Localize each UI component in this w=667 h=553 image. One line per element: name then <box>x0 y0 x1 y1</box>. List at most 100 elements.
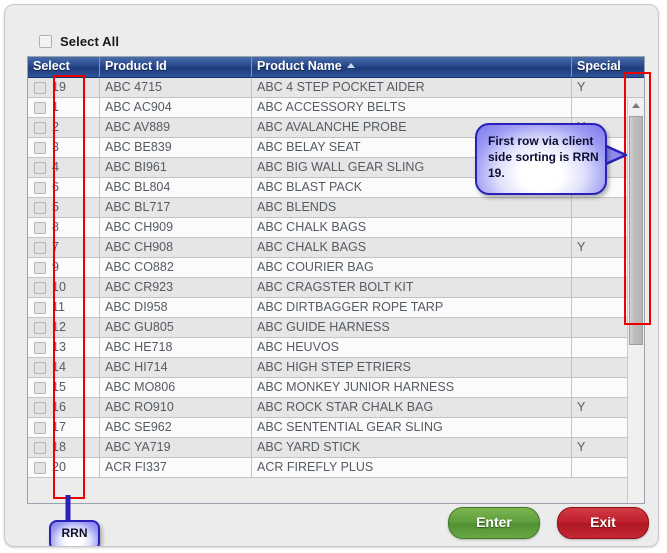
column-header-product-id-label: Product Id <box>105 59 167 73</box>
cell-product-name: ABC YARD STICK <box>252 438 572 457</box>
cell-select[interactable]: 14 <box>28 358 100 377</box>
row-rrn-value: 15 <box>52 380 66 394</box>
table-row[interactable]: 10 ABC CR923 ABC CRAGSTER BOLT KIT <box>28 278 644 298</box>
cell-product-id: ACR FI337 <box>100 458 252 477</box>
cell-product-name: ABC ROCK STAR CHALK BAG <box>252 398 572 417</box>
cell-product-id: ABC AV889 <box>100 118 252 137</box>
table-row[interactable]: 15 ABC MO806 ABC MONKEY JUNIOR HARNESS <box>28 378 644 398</box>
row-select-checkbox[interactable] <box>34 161 46 174</box>
cell-select[interactable]: 7 <box>28 238 100 257</box>
row-select-checkbox[interactable] <box>34 141 46 154</box>
cell-product-name: ABC HEUVOS <box>252 338 572 357</box>
row-rrn-value: 10 <box>52 280 66 294</box>
cell-select[interactable]: 6 <box>28 178 100 197</box>
row-select-checkbox[interactable] <box>34 241 46 254</box>
table-row[interactable]: 19 ABC 4715 ABC 4 STEP POCKET AIDER Y <box>28 78 644 98</box>
row-select-checkbox[interactable] <box>34 221 46 234</box>
table-row[interactable]: 11 ABC DI958 ABC DIRTBAGGER ROPE TARP <box>28 298 644 318</box>
column-header-select[interactable]: Select <box>28 57 100 77</box>
row-select-checkbox[interactable] <box>34 201 46 214</box>
cell-select[interactable]: 17 <box>28 418 100 437</box>
table-row[interactable]: 16 ABC RO910 ABC ROCK STAR CHALK BAG Y <box>28 398 644 418</box>
column-header-product-name-label: Product Name <box>257 59 342 73</box>
cell-product-id: ABC DI958 <box>100 298 252 317</box>
cell-product-name: ABC ACCESSORY BELTS <box>252 98 572 117</box>
column-header-product-name[interactable]: Product Name <box>252 57 572 77</box>
table-row[interactable]: 17 ABC SE962 ABC SENTENTIAL GEAR SLING <box>28 418 644 438</box>
row-rrn-value: 20 <box>52 460 66 474</box>
enter-button[interactable]: Enter <box>448 507 540 539</box>
row-rrn-value: 3 <box>52 140 59 154</box>
row-rrn-value: 6 <box>52 180 59 194</box>
cell-select[interactable]: 12 <box>28 318 100 337</box>
column-header-product-id[interactable]: Product Id <box>100 57 252 77</box>
row-select-checkbox[interactable] <box>34 441 46 454</box>
cell-select[interactable]: 13 <box>28 338 100 357</box>
cell-product-name: ABC SENTENTIAL GEAR SLING <box>252 418 572 437</box>
row-select-checkbox[interactable] <box>34 261 46 274</box>
cell-select[interactable]: 11 <box>28 298 100 317</box>
row-rrn-value: 2 <box>52 120 59 134</box>
table-row[interactable]: 14 ABC HI714 ABC HIGH STEP ETRIERS <box>28 358 644 378</box>
cell-product-id: ABC GU805 <box>100 318 252 337</box>
cell-select[interactable]: 5 <box>28 198 100 217</box>
cell-product-name: ABC BLENDS <box>252 198 572 217</box>
cell-product-id: ABC BL717 <box>100 198 252 217</box>
row-select-checkbox[interactable] <box>34 341 46 354</box>
sort-ascending-icon <box>346 63 355 68</box>
grid-vertical-scrollbar[interactable] <box>627 98 644 503</box>
cell-select[interactable]: 20 <box>28 458 100 477</box>
table-row[interactable]: 13 ABC HE718 ABC HEUVOS <box>28 338 644 358</box>
row-select-checkbox[interactable] <box>34 301 46 314</box>
row-select-checkbox[interactable] <box>34 461 46 474</box>
row-select-checkbox[interactable] <box>34 101 46 114</box>
cell-product-name: ABC HIGH STEP ETRIERS <box>252 358 572 377</box>
cell-select[interactable]: 8 <box>28 218 100 237</box>
table-row[interactable]: 8 ABC CH909 ABC CHALK BAGS <box>28 218 644 238</box>
cell-select[interactable]: 15 <box>28 378 100 397</box>
table-row[interactable]: 7 ABC CH908 ABC CHALK BAGS Y <box>28 238 644 258</box>
exit-button[interactable]: Exit <box>557 507 649 539</box>
row-rrn-value: 4 <box>52 160 59 174</box>
cell-select[interactable]: 1 <box>28 98 100 117</box>
cell-select[interactable]: 2 <box>28 118 100 137</box>
cell-product-id: ABC BL804 <box>100 178 252 197</box>
scroll-up-arrow-icon[interactable] <box>628 98 644 114</box>
table-row[interactable]: 18 ABC YA719 ABC YARD STICK Y <box>28 438 644 458</box>
row-select-checkbox[interactable] <box>34 401 46 414</box>
row-rrn-value: 11 <box>52 300 65 314</box>
cell-select[interactable]: 18 <box>28 438 100 457</box>
cell-product-name: ABC CRAGSTER BOLT KIT <box>252 278 572 297</box>
row-select-checkbox[interactable] <box>34 361 46 374</box>
row-select-checkbox[interactable] <box>34 281 46 294</box>
row-select-checkbox[interactable] <box>34 321 46 334</box>
row-select-checkbox[interactable] <box>34 181 46 194</box>
cell-select[interactable]: 4 <box>28 158 100 177</box>
scrollbar-thumb[interactable] <box>629 116 643 345</box>
cell-product-id: ABC CR923 <box>100 278 252 297</box>
row-select-checkbox[interactable] <box>34 121 46 134</box>
application-window: Select All Select Product Id Product Nam… <box>4 4 659 547</box>
cell-select[interactable]: 10 <box>28 278 100 297</box>
cell-select[interactable]: 3 <box>28 138 100 157</box>
cell-product-id: ABC CH908 <box>100 238 252 257</box>
cell-product-id: ABC HE718 <box>100 338 252 357</box>
table-row[interactable]: 12 ABC GU805 ABC GUIDE HARNESS <box>28 318 644 338</box>
callout-sorting: First row via client side sorting is RRN… <box>475 123 607 195</box>
cell-select[interactable]: 16 <box>28 398 100 417</box>
table-row[interactable]: 5 ABC BL717 ABC BLENDS <box>28 198 644 218</box>
row-select-checkbox[interactable] <box>34 421 46 434</box>
cell-product-id: ABC BI961 <box>100 158 252 177</box>
table-row[interactable]: 1 ABC AC904 ABC ACCESSORY BELTS <box>28 98 644 118</box>
table-row[interactable]: 9 ABC CO882 ABC COURIER BAG <box>28 258 644 278</box>
select-all-row[interactable]: Select All <box>39 31 119 51</box>
column-header-special[interactable]: Special <box>572 57 642 77</box>
cell-product-name: ACR FIREFLY PLUS <box>252 458 572 477</box>
table-row[interactable]: 20 ACR FI337 ACR FIREFLY PLUS <box>28 458 644 478</box>
select-all-checkbox[interactable] <box>39 34 52 48</box>
cell-select[interactable]: 9 <box>28 258 100 277</box>
row-select-checkbox[interactable] <box>34 381 46 394</box>
row-select-checkbox[interactable] <box>34 81 46 94</box>
row-rrn-value: 7 <box>52 240 59 254</box>
cell-select[interactable]: 19 <box>28 78 100 97</box>
